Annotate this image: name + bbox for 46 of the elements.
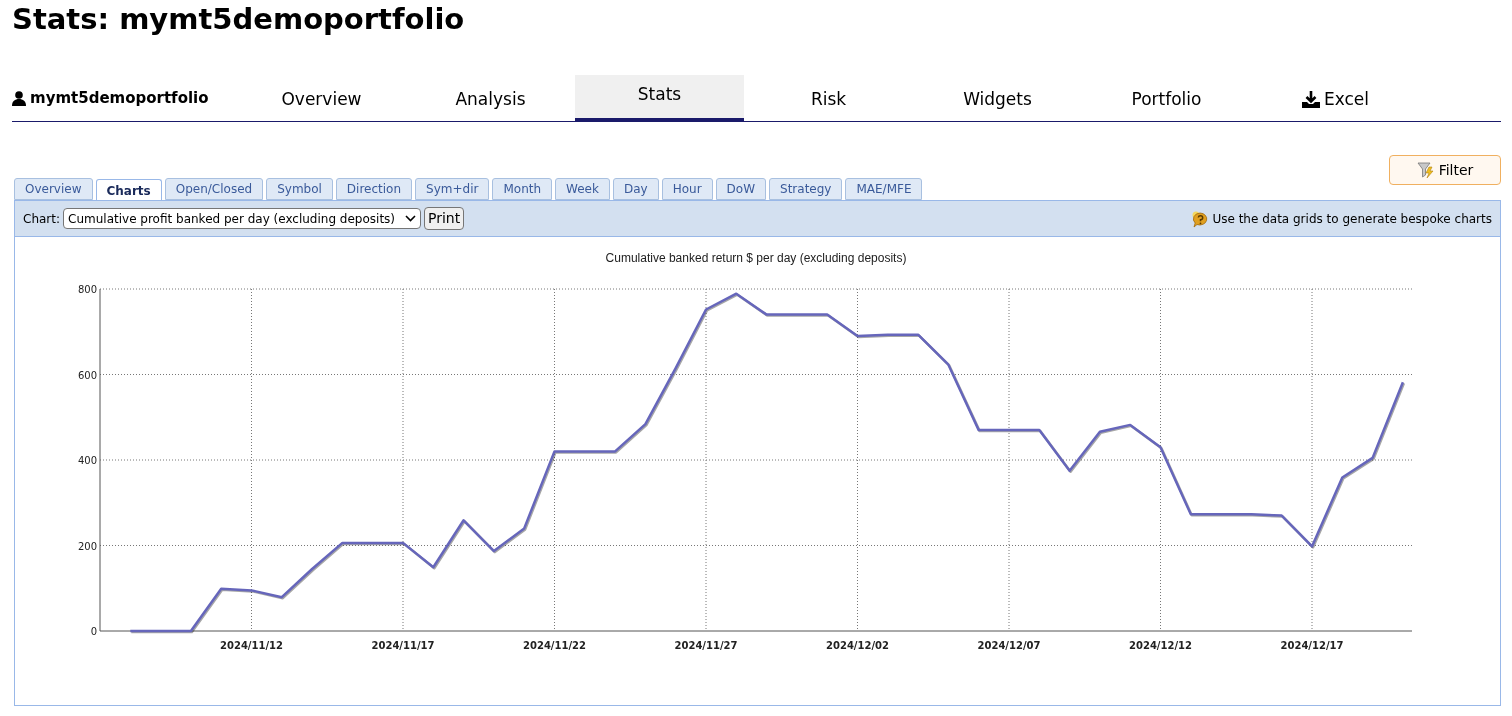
download-icon bbox=[1301, 91, 1320, 108]
sub-tab[interactable]: Month bbox=[492, 178, 553, 200]
y-tick-label: 0 bbox=[90, 626, 97, 637]
nav-tab[interactable]: Overview bbox=[237, 75, 406, 121]
filter-button[interactable]: Filter bbox=[1389, 155, 1501, 185]
chart-label: Chart: bbox=[23, 210, 61, 228]
nav-tab[interactable]: Analysis bbox=[406, 75, 575, 121]
chart-select[interactable]: Cumulative profit banked per day (excluding deposits) bbox=[63, 208, 422, 229]
x-tick-label: 2024/11/22 bbox=[523, 640, 586, 651]
x-tick-label: 2024/11/17 bbox=[371, 640, 435, 651]
nav-tab[interactable]: Excel bbox=[1251, 75, 1420, 121]
sub-tab[interactable]: Hour bbox=[661, 178, 713, 200]
nav-tab[interactable]: Widgets bbox=[913, 75, 1082, 121]
x-tick-label: 2024/12/02 bbox=[826, 640, 889, 651]
y-tick-label: 600 bbox=[77, 369, 97, 381]
hint-text: Use the data grids to generate bespoke charts bbox=[1212, 210, 1492, 228]
nav-tab[interactable]: Portfolio bbox=[1082, 75, 1251, 121]
user-link[interactable]: mymt5demoportfolio bbox=[12, 75, 237, 121]
sub-tab[interactable]: Open/Closed bbox=[164, 178, 264, 200]
y-tick-label: 200 bbox=[77, 540, 97, 552]
nav-tab[interactable]: Risk bbox=[744, 75, 913, 121]
y-tick-label: 800 bbox=[77, 284, 97, 295]
sub-tab[interactable]: Overview bbox=[14, 178, 93, 200]
page-title: Stats: mymt5demoportfolio bbox=[12, 1, 465, 38]
chart-title: Cumulative banked return $ per day (excluding deposits) bbox=[605, 251, 907, 265]
x-tick-label: 2024/11/12 bbox=[220, 640, 283, 651]
sub-tab[interactable]: Week bbox=[555, 178, 610, 200]
x-tick-label: 2024/11/27 bbox=[674, 640, 738, 651]
x-tick-label: 2024/12/17 bbox=[1280, 640, 1344, 651]
chevron-down-icon bbox=[405, 215, 417, 222]
sub-tab[interactable]: Symbol bbox=[266, 178, 333, 200]
sub-tab[interactable]: Strategy bbox=[769, 178, 843, 200]
nav-tab[interactable]: Stats bbox=[575, 75, 744, 121]
y-tick-label: 400 bbox=[77, 455, 97, 466]
print-button[interactable]: Print bbox=[424, 207, 465, 230]
sub-tab[interactable]: Charts bbox=[95, 179, 162, 202]
x-tick-label: 2024/12/12 bbox=[1129, 640, 1192, 651]
x-tick-label: 2024/12/07 bbox=[977, 640, 1041, 651]
help-bubble-icon bbox=[1191, 209, 1210, 228]
sub-tab[interactable]: Day bbox=[612, 178, 659, 200]
sub-tab[interactable]: DoW bbox=[715, 178, 766, 200]
user-icon bbox=[12, 90, 26, 106]
sub-tab[interactable]: MAE/MFE bbox=[845, 178, 923, 200]
sub-tab[interactable]: Sym+dir bbox=[415, 178, 490, 200]
funnel-icon bbox=[1416, 161, 1435, 179]
sub-tab[interactable]: Direction bbox=[335, 178, 413, 200]
